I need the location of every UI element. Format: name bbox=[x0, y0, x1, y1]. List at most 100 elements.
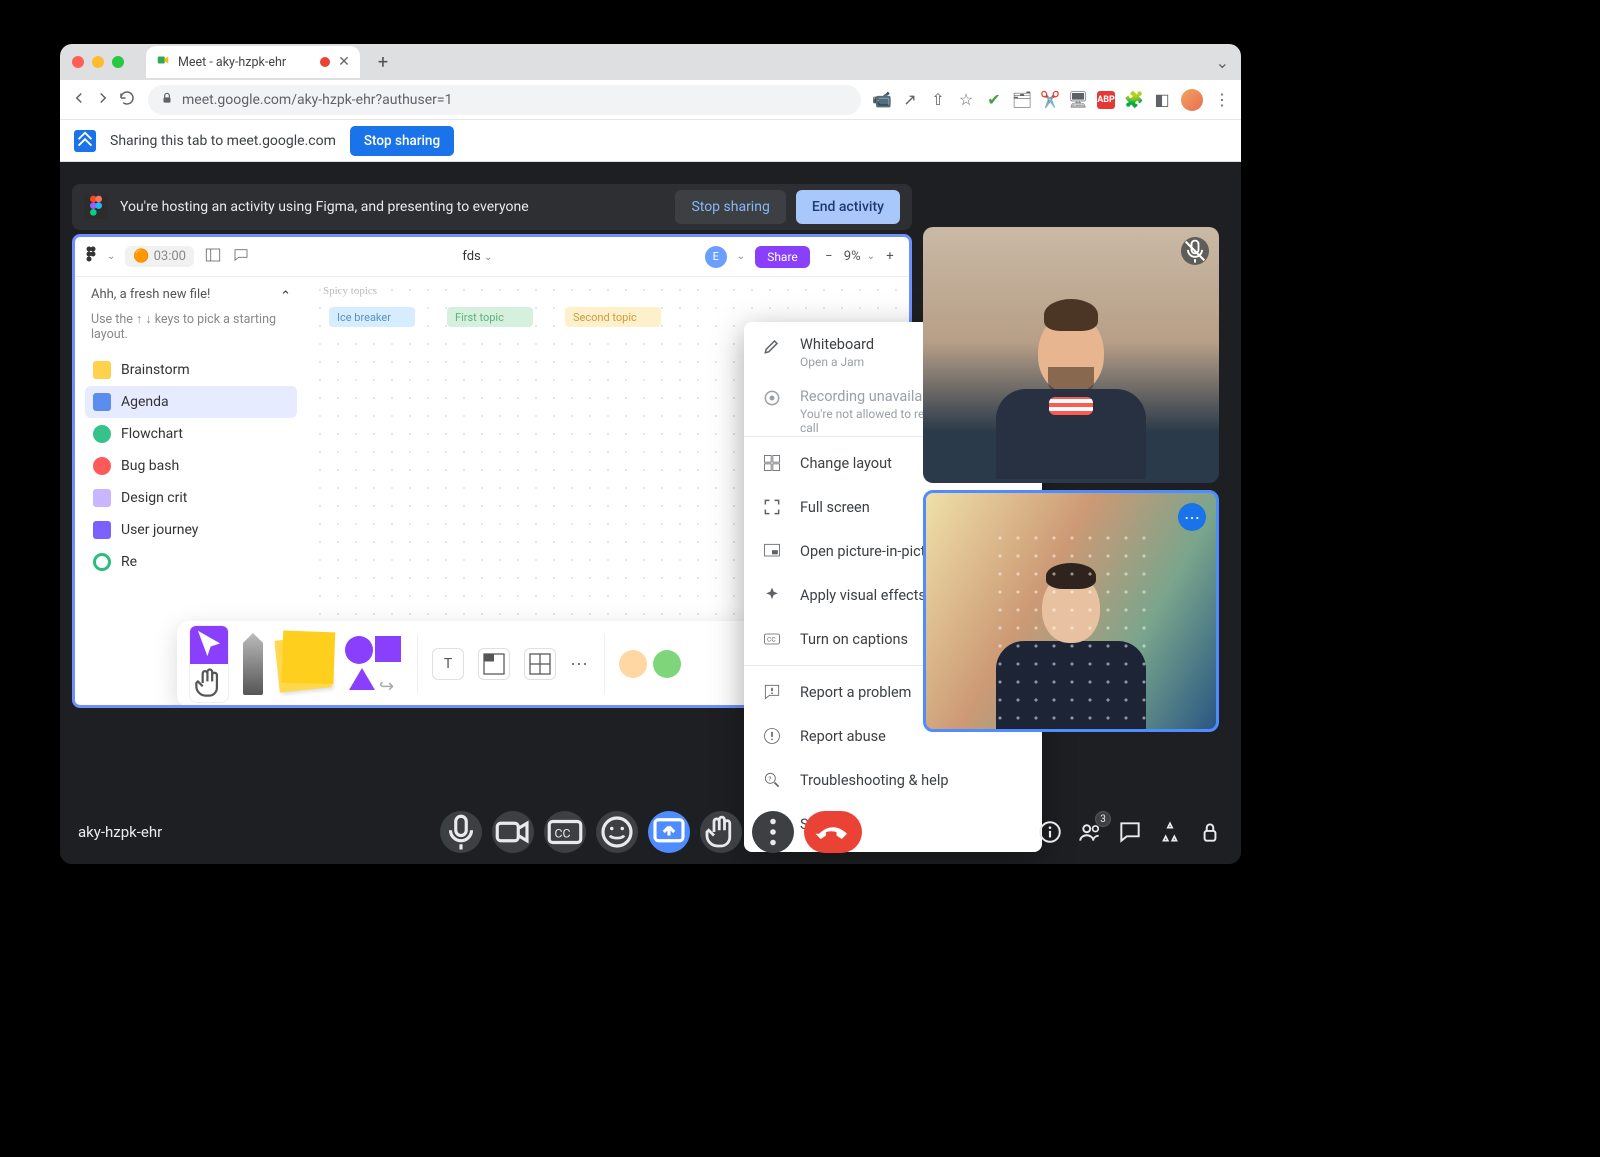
ext-1-icon[interactable]: ✔ bbox=[985, 91, 1003, 109]
menu-label: Troubleshooting & help bbox=[800, 772, 949, 789]
sharing-text: Sharing this tab to meet.google.com bbox=[110, 133, 336, 149]
note-ice-breaker[interactable]: Ice breaker bbox=[329, 307, 415, 327]
template-flowchart[interactable]: Flowchart bbox=[85, 418, 297, 450]
document-title[interactable]: fds bbox=[462, 249, 480, 264]
chrome-menu-icon[interactable]: ⋮ bbox=[1213, 91, 1231, 109]
sticky-note-tool[interactable] bbox=[274, 635, 331, 692]
hand-tool[interactable] bbox=[190, 664, 228, 702]
comments-icon[interactable] bbox=[232, 246, 250, 268]
camera-button[interactable] bbox=[492, 811, 534, 853]
open-external-icon[interactable]: ↗ bbox=[901, 91, 919, 109]
extensions-puzzle-icon[interactable]: 🧩 bbox=[1125, 91, 1143, 109]
menu-label: Apply visual effects bbox=[800, 587, 926, 604]
tabs-dropdown-icon[interactable]: ⌄ bbox=[1216, 53, 1229, 72]
leave-call-button[interactable] bbox=[804, 811, 862, 853]
raise-hand-button[interactable] bbox=[700, 811, 742, 853]
stop-sharing-activity-button[interactable]: Stop sharing bbox=[675, 190, 785, 224]
timer-widget[interactable]: 🟠 03:00 bbox=[125, 246, 194, 267]
template-agenda[interactable]: Agenda bbox=[85, 386, 297, 418]
pencil-tool[interactable] bbox=[243, 633, 263, 695]
minimize-window-btn[interactable] bbox=[92, 56, 104, 68]
activities-button[interactable] bbox=[1157, 819, 1183, 845]
collaborator-avatar[interactable]: E bbox=[705, 246, 727, 268]
tab-sharing-infobar: Sharing this tab to meet.google.com Stop… bbox=[60, 120, 1241, 162]
camera-ext-icon[interactable]: 📹 bbox=[873, 91, 891, 109]
shapes-tool[interactable]: ↪ bbox=[343, 634, 403, 694]
zoom-caret-icon[interactable]: ⌄ bbox=[867, 251, 875, 262]
meeting-details-button[interactable] bbox=[1037, 819, 1063, 845]
note-second-topic[interactable]: Second topic bbox=[565, 307, 661, 327]
note-first-topic[interactable]: First topic bbox=[447, 307, 533, 327]
template-designcrit[interactable]: Design crit bbox=[85, 482, 297, 514]
ext-4-icon[interactable]: 🖥 bbox=[1069, 91, 1087, 109]
ext-3-icon[interactable]: ✂️ bbox=[1041, 91, 1059, 109]
end-activity-button[interactable]: End activity bbox=[796, 190, 900, 224]
new-tab-button[interactable]: + bbox=[368, 52, 398, 73]
ext-2-icon[interactable]: 🗂 bbox=[1013, 91, 1031, 109]
figma-menu-icon[interactable] bbox=[85, 246, 97, 268]
figma-menu-caret-icon[interactable]: ⌄ bbox=[107, 251, 115, 262]
address-bar[interactable]: meet.google.com/aky-hzpk-ehr?authuser=1 bbox=[148, 85, 861, 115]
present-button[interactable] bbox=[648, 811, 690, 853]
participants-button[interactable]: 3 bbox=[1077, 819, 1103, 845]
template-label: User journey bbox=[121, 522, 198, 538]
profile-avatar[interactable] bbox=[1181, 89, 1203, 111]
more-options-button[interactable] bbox=[752, 811, 794, 853]
host-controls-button[interactable] bbox=[1197, 819, 1223, 845]
maximize-window-btn[interactable] bbox=[112, 56, 124, 68]
mic-button[interactable] bbox=[440, 811, 482, 853]
stamp-2-icon bbox=[653, 650, 681, 678]
zoom-out-button[interactable]: − bbox=[820, 248, 838, 266]
browser-tab[interactable]: Meet - aky-hzpk-ehr ✕ bbox=[146, 46, 360, 78]
zoom-in-button[interactable]: + bbox=[881, 248, 899, 266]
designcrit-icon bbox=[93, 489, 111, 507]
participant-tile-1[interactable] bbox=[923, 227, 1219, 483]
meet-bottom-bar: aky-hzpk-ehr CC bbox=[60, 800, 1241, 864]
browser-window: Meet - aky-hzpk-ehr ✕ + ⌄ meet.google.co… bbox=[60, 44, 1241, 864]
close-window-btn[interactable] bbox=[72, 56, 84, 68]
share-page-icon[interactable]: ⇧ bbox=[929, 91, 947, 109]
menu-label: Full screen bbox=[800, 499, 870, 516]
collapse-hint-icon[interactable]: ⌃ bbox=[280, 289, 291, 304]
zoom-level[interactable]: 9% bbox=[844, 249, 861, 264]
figma-share-button[interactable]: Share bbox=[755, 246, 810, 268]
template-label: Design crit bbox=[121, 490, 187, 506]
pip-icon bbox=[762, 541, 782, 561]
abp-ext-icon[interactable]: ABP bbox=[1097, 91, 1115, 109]
collab-caret-icon[interactable]: ⌄ bbox=[737, 251, 745, 262]
forward-button[interactable] bbox=[94, 89, 112, 111]
layout-toggle-icon[interactable] bbox=[204, 246, 222, 268]
toolbar-more-icon[interactable]: ⋯ bbox=[570, 654, 590, 675]
table-tool[interactable] bbox=[524, 648, 556, 680]
close-tab-icon[interactable]: ✕ bbox=[338, 54, 350, 70]
template-bugbash[interactable]: Bug bash bbox=[85, 450, 297, 482]
tile-more-icon[interactable]: ⋯ bbox=[1178, 503, 1206, 531]
meet-stage: You're hosting an activity using Figma, … bbox=[60, 162, 1241, 864]
template-userjourney[interactable]: User journey bbox=[85, 514, 297, 546]
figma-logo-icon bbox=[84, 195, 108, 219]
stop-sharing-infobar-button[interactable]: Stop sharing bbox=[350, 126, 454, 156]
connector-arrow-icon: ↪ bbox=[379, 676, 394, 697]
stamps-group[interactable] bbox=[619, 650, 681, 678]
participant-tile-2[interactable]: ⋯ bbox=[923, 490, 1219, 732]
select-tool[interactable] bbox=[190, 626, 228, 664]
menu-label: Report a problem bbox=[800, 684, 911, 701]
section-tool[interactable] bbox=[478, 648, 510, 680]
bookmark-star-icon[interactable]: ☆ bbox=[957, 91, 975, 109]
lock-icon bbox=[160, 91, 174, 109]
participants-count: 3 bbox=[1095, 811, 1111, 827]
captions-button[interactable]: CC bbox=[544, 811, 586, 853]
text-tool[interactable]: T bbox=[432, 648, 464, 680]
chat-button[interactable] bbox=[1117, 819, 1143, 845]
side-panel-icon[interactable]: ◧ bbox=[1153, 91, 1171, 109]
menu-troubleshoot[interactable]: ? Troubleshooting & help bbox=[744, 758, 1042, 802]
template-label: Brainstorm bbox=[121, 362, 190, 378]
reload-button[interactable] bbox=[118, 89, 136, 111]
figjam-toolbar: ↪ T ⋯ bbox=[177, 621, 775, 707]
reactions-button[interactable] bbox=[596, 811, 638, 853]
back-button[interactable] bbox=[70, 89, 88, 111]
meet-favicon-icon bbox=[156, 53, 170, 71]
template-brainstorm[interactable]: Brainstorm bbox=[85, 354, 297, 386]
template-re[interactable]: Re bbox=[85, 546, 297, 578]
doc-title-caret-icon[interactable]: ⌄ bbox=[484, 252, 492, 263]
